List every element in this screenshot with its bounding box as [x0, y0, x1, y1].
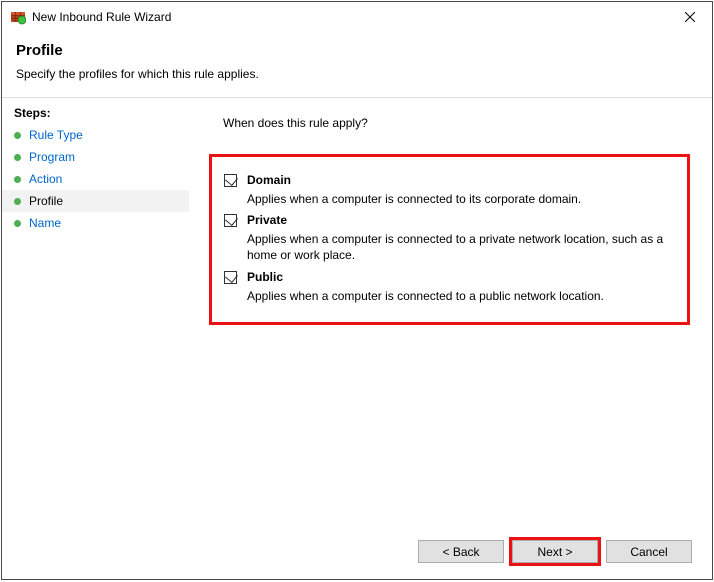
steps-heading: Steps: [2, 104, 189, 124]
step-label: Action [29, 172, 62, 186]
checkbox-domain[interactable] [224, 174, 237, 187]
step-action[interactable]: Action [2, 168, 189, 190]
button-bar: < Back Next > Cancel [418, 540, 692, 563]
prompt-text: When does this rule apply? [199, 114, 692, 130]
window-title: New Inbound Rule Wizard [32, 10, 667, 24]
bullet-icon [14, 220, 21, 227]
steps-sidebar: Steps: Rule Type Program Action Profile … [2, 98, 189, 579]
checkbox-row-private: Private [224, 213, 675, 227]
checkbox-label-private: Private [247, 213, 287, 227]
back-button[interactable]: < Back [418, 540, 504, 563]
checkbox-desc-domain: Applies when a computer is connected to … [247, 191, 675, 207]
content-pane: When does this rule apply? Domain Applie… [189, 98, 712, 579]
bullet-icon [14, 198, 21, 205]
step-rule-type[interactable]: Rule Type [2, 124, 189, 146]
checkbox-private[interactable] [224, 214, 237, 227]
next-button[interactable]: Next > [512, 540, 598, 563]
checkbox-label-public: Public [247, 270, 283, 284]
step-profile[interactable]: Profile [2, 190, 189, 212]
checkbox-label-domain: Domain [247, 173, 291, 187]
step-label: Rule Type [29, 128, 83, 142]
profiles-highlight: Domain Applies when a computer is connec… [209, 154, 690, 325]
page-title: Profile [16, 42, 698, 59]
body-area: Steps: Rule Type Program Action Profile … [2, 98, 712, 579]
checkbox-row-domain: Domain [224, 173, 675, 187]
step-label: Program [29, 150, 75, 164]
page-subtitle: Specify the profiles for which this rule… [16, 67, 698, 81]
checkbox-desc-private: Applies when a computer is connected to … [247, 231, 675, 263]
bullet-icon [14, 176, 21, 183]
checkbox-desc-public: Applies when a computer is connected to … [247, 288, 675, 304]
firewall-icon [10, 9, 26, 25]
checkbox-public[interactable] [224, 271, 237, 284]
step-label: Name [29, 216, 61, 230]
wizard-window: New Inbound Rule Wizard Profile Specify … [1, 1, 713, 580]
step-label: Profile [29, 194, 63, 208]
checkbox-row-public: Public [224, 270, 675, 284]
bullet-icon [14, 132, 21, 139]
close-button[interactable] [667, 2, 712, 32]
header-area: Profile Specify the profiles for which t… [2, 32, 712, 98]
step-program[interactable]: Program [2, 146, 189, 168]
titlebar: New Inbound Rule Wizard [2, 2, 712, 32]
bullet-icon [14, 154, 21, 161]
step-name[interactable]: Name [2, 212, 189, 234]
cancel-button[interactable]: Cancel [606, 540, 692, 563]
